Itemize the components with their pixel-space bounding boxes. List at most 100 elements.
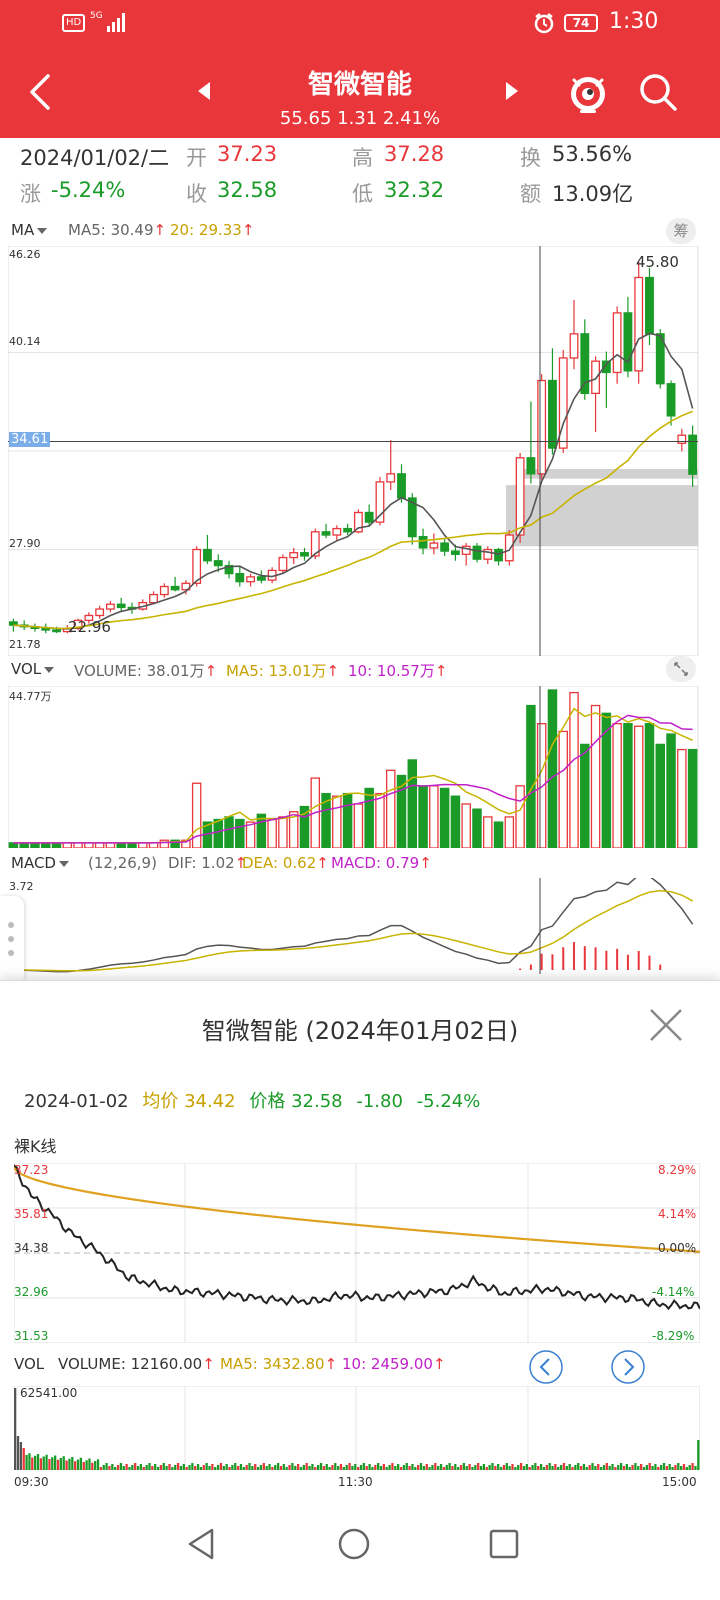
chip-distribution-button[interactable]: 筹	[666, 218, 696, 244]
volume-bar	[342, 792, 353, 848]
intraday-volume-bar	[545, 1465, 548, 1470]
intraday-volume-bar	[517, 1465, 520, 1470]
intraday-volume-bar	[211, 1464, 214, 1470]
volume-bar	[687, 748, 698, 848]
intraday-volume-bar	[134, 1463, 137, 1470]
candle	[450, 550, 460, 555]
next-stock-arrow-icon[interactable]	[506, 82, 518, 100]
mascot-icon[interactable]	[566, 70, 610, 114]
intraday-volume-bar	[377, 1463, 380, 1470]
volume-chart[interactable]	[8, 686, 712, 848]
intraday-price-chart[interactable]	[14, 1163, 700, 1343]
intraday-volume-bar	[537, 1466, 540, 1470]
candle	[580, 333, 590, 395]
volume-bar	[655, 743, 666, 848]
close-icon[interactable]	[648, 1007, 684, 1043]
intraday-volume-bar	[148, 1463, 151, 1470]
intraday-volume-bar	[319, 1463, 323, 1470]
intraday-volume-bar	[28, 1453, 31, 1470]
high-label: 高	[352, 146, 373, 170]
intraday-volume-bar	[225, 1464, 228, 1470]
expand-icon[interactable]	[666, 656, 696, 682]
vol-ma5-legend: MA5: 13.01万↑	[226, 662, 340, 680]
intraday-volume-bar	[457, 1467, 460, 1470]
intraday-volume-bar	[562, 1463, 566, 1470]
vol-indicator-selector[interactable]: VOL	[11, 660, 55, 678]
system-nav-bar	[0, 1510, 720, 1600]
candle	[440, 542, 450, 552]
hd-badge: HD	[62, 14, 86, 32]
bare-kline-label[interactable]: 裸K线	[14, 1133, 57, 1157]
intraday-volume-bar	[399, 1467, 403, 1470]
intraday-volume-bar	[362, 1463, 366, 1470]
intraday-volume-bar	[368, 1464, 371, 1470]
intraday-volume-bar	[442, 1467, 446, 1470]
intraday-volume-bar	[31, 1457, 34, 1470]
intraday-volume-bar	[145, 1465, 148, 1470]
intraday-title: 智微智能 (2024年01月02日)	[201, 1017, 519, 1045]
intraday-volume-bar	[328, 1467, 331, 1470]
candle	[343, 527, 353, 533]
candle	[418, 535, 428, 549]
next-day-chevron-icon[interactable]	[610, 1349, 646, 1385]
intraday-volume-bar	[574, 1465, 577, 1470]
volume-bar	[159, 839, 170, 848]
search-icon[interactable]	[638, 72, 678, 112]
intraday-volume-bar	[511, 1464, 514, 1470]
amount-value: 13.09亿	[552, 182, 634, 206]
low-value: 32.32	[384, 178, 445, 202]
intraday-volume-bar	[154, 1464, 157, 1470]
macd-dea-legend: DEA: 0.62↑	[242, 854, 329, 872]
intraday-volume-bar	[159, 1465, 163, 1470]
macd-chart[interactable]	[8, 878, 712, 974]
intraday-volume-bar	[325, 1464, 328, 1470]
intraday-volume-bar	[628, 1467, 631, 1470]
prev-day-chevron-icon[interactable]	[528, 1349, 564, 1385]
intraday-volume-bar	[85, 1460, 88, 1470]
volume-bar	[19, 842, 29, 848]
kline-chart[interactable]	[8, 246, 712, 656]
candle	[41, 627, 51, 631]
volume-bar	[148, 842, 159, 848]
clock-time: 1:30	[609, 9, 659, 34]
candle	[170, 585, 180, 591]
side-handle[interactable]	[0, 896, 24, 986]
intraday-volume-bar	[642, 1467, 646, 1470]
nav-home-icon[interactable]	[336, 1526, 372, 1562]
alarm-icon	[534, 13, 554, 34]
intraday-volume-bar	[502, 1465, 506, 1470]
intraday-volume-bar	[88, 1458, 91, 1470]
intraday-volume-bar	[439, 1464, 443, 1470]
intraday-volume-bar	[288, 1465, 291, 1470]
intraday-volume-bar	[36, 1454, 40, 1470]
intraday-volume-bar	[299, 1467, 303, 1470]
candle	[569, 333, 579, 359]
candle	[203, 548, 212, 562]
volume-bar	[73, 842, 83, 848]
intraday-volume-bar	[22, 1448, 25, 1470]
candle	[159, 585, 169, 596]
volume-bar	[504, 816, 515, 848]
candle	[289, 552, 299, 559]
intraday-volume-bar	[557, 1467, 560, 1470]
intraday-volume-bar	[251, 1466, 254, 1470]
intraday-volume-bar	[579, 1466, 583, 1470]
candle	[634, 276, 644, 372]
candle	[472, 545, 482, 560]
kline-max-label: 45.80	[636, 253, 679, 271]
intraday-volume-bar	[339, 1464, 343, 1470]
intraday-volume-bar	[431, 1465, 434, 1470]
ma-indicator-selector[interactable]: MA	[11, 221, 48, 239]
nav-back-icon[interactable]	[184, 1526, 220, 1562]
intraday-volume-chart[interactable]	[14, 1386, 700, 1470]
intraday-volume-bar	[674, 1465, 677, 1470]
intraday-volume-bar	[571, 1467, 574, 1470]
nav-recents-icon[interactable]	[486, 1526, 522, 1562]
intraday-volume-bar	[45, 1454, 48, 1470]
intraday-y-right-3: -4.14%	[652, 1285, 695, 1299]
macd-indicator-selector[interactable]: MACD	[11, 854, 69, 872]
turnover-value: 53.56%	[552, 142, 633, 166]
intraday-vol-label: VOL	[14, 1355, 45, 1373]
volume-bar	[364, 787, 374, 848]
macd-y-max: 3.72	[9, 880, 34, 893]
